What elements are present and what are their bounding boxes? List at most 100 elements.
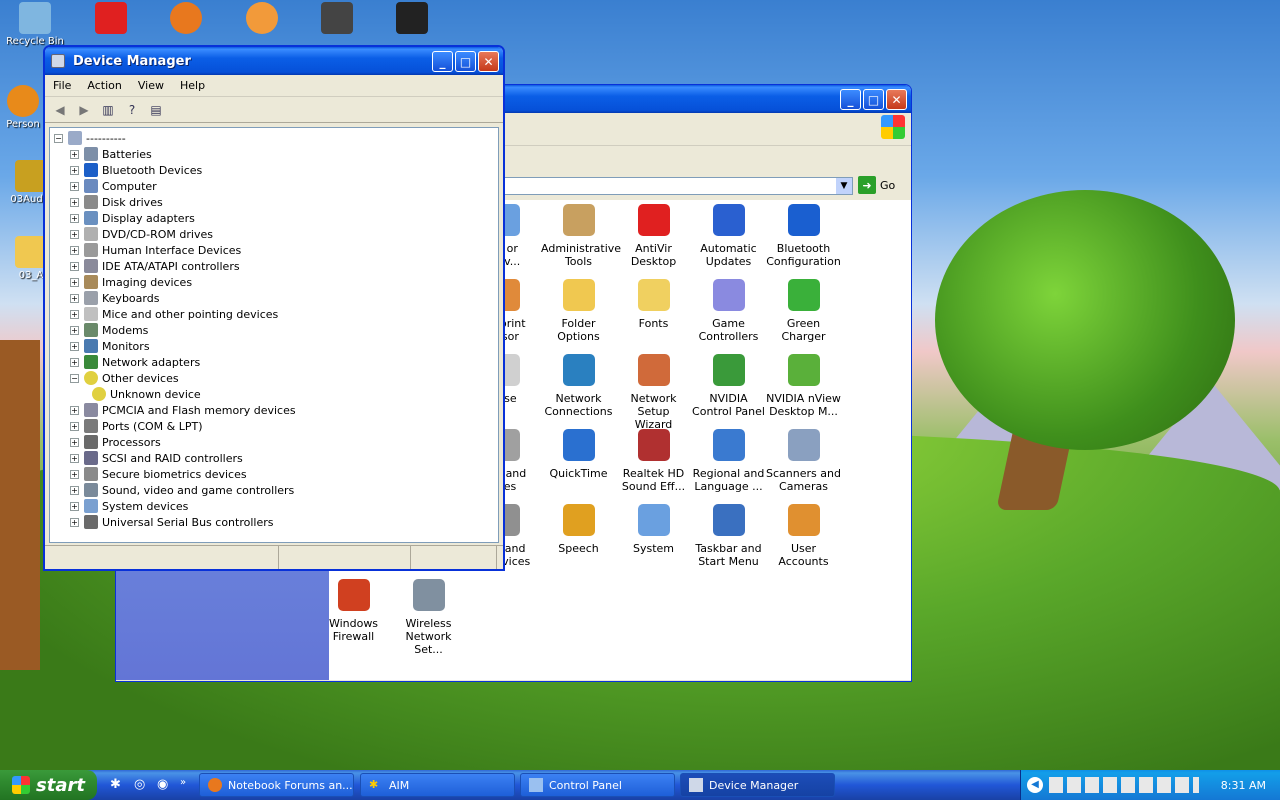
expand-icon[interactable]: + <box>70 453 79 463</box>
task-device-manager[interactable]: Device Manager <box>680 773 835 797</box>
properties-help-icon[interactable]: ? <box>123 101 141 119</box>
tree-item[interactable]: + Modems <box>54 322 498 338</box>
tree-item[interactable]: + Human Interface Devices <box>54 242 498 258</box>
expand-icon[interactable]: + <box>70 245 79 255</box>
tree-item[interactable]: − Other devices <box>54 370 498 386</box>
expand-icon[interactable]: + <box>70 325 79 335</box>
control-panel-item[interactable]: Bluetooth Configuration <box>766 204 841 268</box>
control-panel-item[interactable]: Taskbar and Start Menu <box>691 504 766 568</box>
tree-item[interactable]: + Disk drives <box>54 194 498 210</box>
tree-child-item[interactable]: Unknown device <box>54 386 498 402</box>
tree-item[interactable]: + Imaging devices <box>54 274 498 290</box>
control-panel-item[interactable]: Speech <box>541 504 616 555</box>
tree-item[interactable]: + Mice and other pointing devices <box>54 306 498 322</box>
control-panel-item[interactable]: Network Connections <box>541 354 616 418</box>
tray-icons[interactable] <box>1049 777 1199 793</box>
desktop-icon-app[interactable] <box>227 2 297 36</box>
expand-icon[interactable]: + <box>70 261 79 271</box>
device-manager-titlebar[interactable]: Device Manager _ □ ✕ <box>45 47 503 75</box>
expand-icon[interactable]: + <box>70 437 79 447</box>
menu-action[interactable]: Action <box>79 79 129 92</box>
expand-icon[interactable]: + <box>70 149 79 159</box>
tree-item[interactable]: + Batteries <box>54 146 498 162</box>
control-panel-item[interactable]: Game Controllers <box>691 279 766 343</box>
menu-file[interactable]: File <box>45 79 79 92</box>
control-panel-item[interactable]: Scanners and Cameras <box>766 429 841 493</box>
expand-icon[interactable]: + <box>70 469 79 479</box>
details-icon[interactable]: ▤ <box>147 101 165 119</box>
control-panel-item[interactable]: User Accounts <box>766 504 841 568</box>
tree-item[interactable]: + Bluetooth Devices <box>54 162 498 178</box>
chevron-right-icon[interactable]: » <box>180 777 196 793</box>
tree-item[interactable]: + SCSI and RAID controllers <box>54 450 498 466</box>
tree-item[interactable]: + Ports (COM & LPT) <box>54 418 498 434</box>
expand-icon[interactable]: + <box>70 293 79 303</box>
show-hide-tree-icon[interactable]: ▥ <box>99 101 117 119</box>
aim-quicklaunch-icon[interactable]: ✱ <box>110 777 126 793</box>
expand-icon[interactable]: + <box>70 421 79 431</box>
device-manager-window[interactable]: Device Manager _ □ ✕ File Action View He… <box>43 45 505 571</box>
desktop-icon-recycle-bin[interactable]: Recycle Bin <box>0 2 70 47</box>
control-panel-item[interactable]: NVIDIA nView Desktop M... <box>766 354 841 418</box>
back-arrow-icon[interactable]: ◀ <box>51 101 69 119</box>
quicklaunch-icon[interactable]: ◉ <box>157 777 173 793</box>
control-panel-item[interactable]: Folder Options <box>541 279 616 343</box>
tree-item[interactable]: + PCMCIA and Flash memory devices <box>54 402 498 418</box>
control-panel-item[interactable]: AntiVir Desktop <box>616 204 691 268</box>
minimize-button[interactable]: _ <box>840 89 861 110</box>
tree-item[interactable]: + Sound, video and game controllers <box>54 482 498 498</box>
expand-icon[interactable]: + <box>70 165 79 175</box>
control-panel-item[interactable]: QuickTime <box>541 429 616 480</box>
control-panel-item[interactable]: Wireless Network Set... <box>391 579 466 656</box>
expand-icon[interactable]: + <box>70 501 79 511</box>
start-button[interactable]: start <box>0 770 97 800</box>
tree-item[interactable]: + IDE ATA/ATAPI controllers <box>54 258 498 274</box>
control-panel-item[interactable]: System <box>616 504 691 555</box>
minimize-button[interactable]: _ <box>432 51 453 72</box>
task-aim[interactable]: ✱ AIM <box>360 773 515 797</box>
clock[interactable]: 8:31 AM <box>1221 779 1266 792</box>
expand-icon[interactable]: + <box>70 357 79 367</box>
control-panel-item[interactable]: Fonts <box>616 279 691 330</box>
desktop-icon-antivir[interactable] <box>76 2 146 36</box>
expand-icon[interactable]: + <box>70 229 79 239</box>
maximize-button[interactable]: □ <box>455 51 476 72</box>
control-panel-item[interactable]: Automatic Updates <box>691 204 766 268</box>
expand-icon[interactable]: + <box>70 405 79 415</box>
go-button[interactable]: ➜ Go <box>858 176 895 194</box>
control-panel-item[interactable]: Realtek HD Sound Eff... <box>616 429 691 493</box>
expand-icon[interactable]: + <box>70 277 79 287</box>
expand-icon[interactable]: + <box>70 197 79 207</box>
menu-view[interactable]: View <box>130 79 172 92</box>
expand-icon[interactable]: + <box>70 341 79 351</box>
desktop-icon-battlefield[interactable] <box>302 2 372 36</box>
collapse-icon[interactable]: − <box>54 133 63 143</box>
tree-item[interactable]: + Processors <box>54 434 498 450</box>
desktop-icon-fan[interactable] <box>377 2 447 36</box>
task-control-panel[interactable]: Control Panel <box>520 773 675 797</box>
desktop-icon-firefox[interactable] <box>151 2 221 36</box>
tree-item[interactable]: + Keyboards <box>54 290 498 306</box>
expand-icon[interactable]: + <box>70 181 79 191</box>
chevron-left-icon[interactable]: ◀ <box>1027 777 1043 793</box>
control-panel-item[interactable]: Network Setup Wizard <box>616 354 691 431</box>
expand-icon[interactable]: + <box>70 309 79 319</box>
control-panel-item[interactable]: Regional and Language ... <box>691 429 766 493</box>
address-input[interactable]: ▼ <box>501 177 853 195</box>
quicklaunch-icon[interactable]: ◎ <box>134 777 150 793</box>
expand-icon[interactable]: + <box>70 517 79 527</box>
tree-item[interactable]: + DVD/CD-ROM drives <box>54 226 498 242</box>
tree-item[interactable]: + Monitors <box>54 338 498 354</box>
tree-item[interactable]: + Secure biometrics devices <box>54 466 498 482</box>
tree-item[interactable]: + Network adapters <box>54 354 498 370</box>
expand-icon[interactable]: + <box>70 213 79 223</box>
maximize-button[interactable]: □ <box>863 89 884 110</box>
menu-help[interactable]: Help <box>172 79 213 92</box>
control-panel-item[interactable]: Windows Firewall <box>316 579 391 643</box>
tree-root[interactable]: − ---------- <box>54 130 498 146</box>
close-button[interactable]: ✕ <box>478 51 499 72</box>
close-button[interactable]: ✕ <box>886 89 907 110</box>
collapse-icon[interactable]: − <box>70 373 79 383</box>
control-panel-item[interactable]: Green Charger <box>766 279 841 343</box>
forward-arrow-icon[interactable]: ▶ <box>75 101 93 119</box>
